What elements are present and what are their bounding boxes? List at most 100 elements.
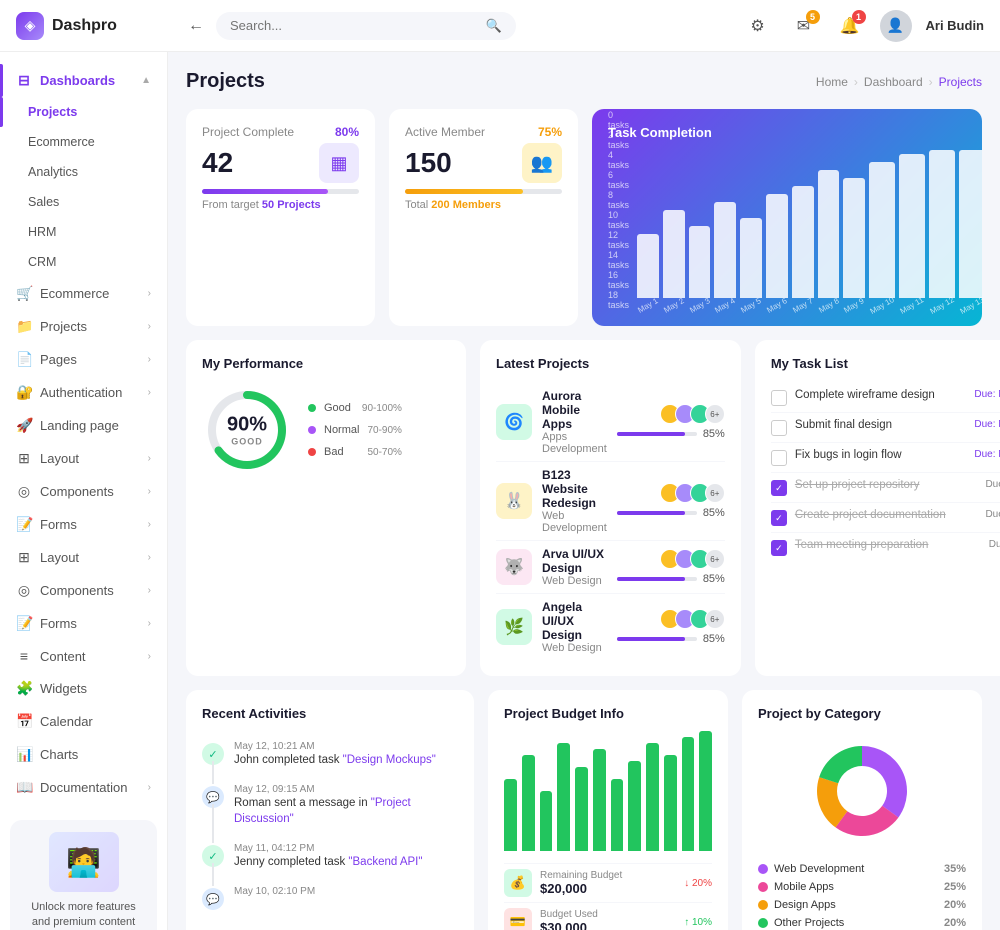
avatar[interactable]: 👤	[880, 10, 912, 42]
topbar: ◈ Dashpro ← 🔍 ⚙ ✉ 5 🔔 1 👤 Ari Budin	[0, 0, 1000, 52]
project-logo: 🐺	[496, 549, 532, 585]
bell-button[interactable]: 🔔 1	[834, 10, 866, 42]
landing-icon: 🚀	[16, 417, 32, 434]
sidebar-section-dashboards[interactable]: ⊟ Dashboards ▲	[0, 64, 167, 97]
charts-icon: 📊	[16, 746, 32, 763]
task-text: Fix bugs in login flow	[795, 449, 967, 461]
search-box: 🔍	[216, 12, 516, 40]
budget-bar	[557, 743, 570, 851]
sidebar-item-ecommerce[interactable]: 🛒 Ecommerce ›	[0, 277, 167, 310]
stat-sub-0: From target 50 Projects	[202, 199, 359, 211]
row-2: My Performance 90% GOOD	[186, 340, 982, 676]
project-row: 🌀 Aurora Mobile Apps Apps Development 6+…	[496, 383, 725, 462]
sidebar-item-projects[interactable]: 📁 Projects ›	[0, 310, 167, 343]
sidebar-item-landing[interactable]: 🚀 Landing page	[0, 409, 167, 442]
project-name: Angela UI/UX Design	[542, 600, 607, 642]
budget-label: 💳 Budget Used $30,000	[504, 908, 598, 930]
budget-bar	[682, 737, 695, 851]
stat-value-0: 42	[202, 147, 233, 179]
settings-button[interactable]: ⚙	[742, 10, 774, 42]
task-checkbox[interactable]	[771, 390, 787, 406]
project-type: Web Design	[542, 642, 607, 654]
sidebar-item-projects-sub[interactable]: Projects	[0, 97, 167, 127]
cat-label: Mobile Apps	[774, 881, 834, 893]
budget-title: Project Budget Info	[504, 706, 712, 721]
project-name: Aurora Mobile Apps	[542, 389, 607, 431]
sidebar-item-forms1[interactable]: 📝 Forms ›	[0, 508, 167, 541]
sidebar-item-ecommerce-sub[interactable]: Ecommerce	[0, 127, 167, 157]
sidebar-item-widgets[interactable]: 🧩 Widgets	[0, 672, 167, 705]
sidebar-item-pages[interactable]: 📄 Pages ›	[0, 343, 167, 376]
category-legend-item: Mobile Apps 25%	[758, 881, 966, 893]
sidebar-item-layout1[interactable]: ⊞ Layout ›	[0, 442, 167, 475]
project-logo: 🌀	[496, 404, 532, 440]
activity-link[interactable]: "Project Discussion"	[234, 797, 411, 825]
budget-bar	[540, 791, 553, 851]
sidebar-item-components2[interactable]: ◎ Components ›	[0, 574, 167, 607]
chevron-right-icon6: ›	[148, 486, 151, 497]
task-checkbox[interactable]	[771, 540, 787, 556]
activity-icon: 💬	[202, 888, 224, 910]
budget-bar	[522, 755, 535, 851]
sidebar-item-hrm-sub[interactable]: HRM	[0, 217, 167, 247]
activities-title: Recent Activities	[202, 706, 458, 721]
pie-chart	[758, 731, 966, 851]
activity-link[interactable]: "Backend API"	[348, 856, 422, 868]
chevron-right-icon: ›	[148, 288, 151, 299]
project-logo: 🐰	[496, 483, 532, 519]
chevron-right-icon3: ›	[148, 354, 151, 365]
avatar-stack: 6+	[660, 549, 725, 569]
activity-item: ✓ May 12, 10:21 AM John completed task "…	[202, 733, 458, 776]
task-checkbox[interactable]	[771, 450, 787, 466]
task-text: Complete wireframe design	[795, 389, 967, 401]
sidebar-item-components1[interactable]: ◎ Components ›	[0, 475, 167, 508]
task-item: Fix bugs in login flow Due: May 17, 2024	[771, 443, 1000, 473]
layout2-icon: ⊞	[16, 549, 32, 566]
chart-bar: May 7	[792, 150, 814, 310]
projects-sub-label: Projects	[28, 105, 77, 119]
budget-label: 💰 Remaining Budget $20,000	[504, 869, 622, 897]
task-checkbox[interactable]	[771, 480, 787, 496]
stat-icon-0: ▦	[319, 143, 359, 183]
pro-description: Unlock more features and premium content…	[22, 900, 145, 930]
sidebar-item-calendar[interactable]: 📅 Calendar	[0, 705, 167, 738]
main-content: Projects Home › Dashboard › Projects Pro…	[168, 52, 1000, 930]
budget-bar	[699, 731, 712, 851]
activity-link[interactable]: "Design Mockups"	[343, 754, 436, 766]
sidebar-item-authentication[interactable]: 🔐 Authentication ›	[0, 376, 167, 409]
project-info: Angela UI/UX Design Web Design	[542, 600, 607, 654]
sidebar-item-layout2[interactable]: ⊞ Layout ›	[0, 541, 167, 574]
sidebar-item-crm-sub[interactable]: CRM	[0, 247, 167, 277]
task-due: Due: May 22, 2024	[974, 389, 1000, 400]
chart-bar: May 5	[740, 150, 762, 310]
back-button[interactable]: ←	[188, 17, 204, 35]
mail-badge: 5	[806, 10, 820, 24]
task-due: Due: May 17, 2024	[974, 449, 1000, 460]
project-right: 6+ 85%	[617, 609, 725, 645]
sidebar-item-forms2[interactable]: 📝 Forms ›	[0, 607, 167, 640]
hrm-sub-label: HRM	[28, 225, 56, 239]
sidebar-item-charts[interactable]: 📊 Charts	[0, 738, 167, 771]
sidebar-item-documentation[interactable]: 📖 Documentation ›	[0, 771, 167, 804]
chart-bar: May 4	[714, 150, 736, 310]
sidebar-item-analytics-sub[interactable]: Analytics	[0, 157, 167, 187]
pro-box: 🧑‍💻 Unlock more features and premium con…	[10, 820, 157, 930]
category-legend: Web Development 35% Mobile Apps 25% Desi…	[758, 863, 966, 929]
task-due: Due: May 18, 2024	[974, 419, 1000, 430]
project-type: Web Design	[542, 575, 607, 587]
chevron-right-icon11: ›	[148, 651, 151, 662]
mail-button[interactable]: ✉ 5	[788, 10, 820, 42]
project-info: Arva UI/UX Design Web Design	[542, 547, 607, 587]
search-input[interactable]	[230, 18, 478, 33]
task-checkbox[interactable]	[771, 510, 787, 526]
task-checkbox[interactable]	[771, 420, 787, 436]
project-percent: 85%	[703, 573, 725, 585]
project-percent: 85%	[703, 428, 725, 440]
project-progress	[617, 511, 697, 515]
task-item: Set up project repository Due: 1 Hour ag…	[771, 473, 1000, 503]
sidebar-item-sales-sub[interactable]: Sales	[0, 187, 167, 217]
page-header: Projects Home › Dashboard › Projects	[186, 70, 982, 93]
chart-bar: May 2	[663, 150, 685, 310]
project-info: B123 Website Redesign Web Development	[542, 468, 607, 534]
sidebar-item-content[interactable]: ≡ Content ›	[0, 640, 167, 672]
